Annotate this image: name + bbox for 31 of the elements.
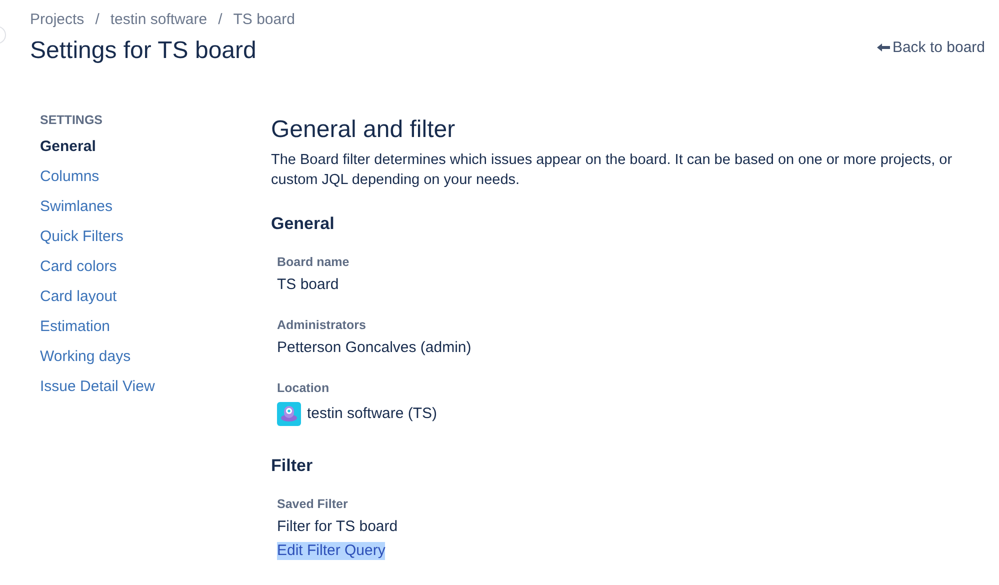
field-label: Location [277, 380, 330, 396]
section-heading: General and filter [271, 115, 456, 144]
subsection-heading: General [271, 214, 336, 234]
field-label: Administrators [277, 317, 367, 333]
sidebar-item[interactable]: Issue Detail View [40, 378, 271, 396]
sidebar-item[interactable]: Estimation [40, 318, 271, 336]
breadcrumb-link[interactable]: Projects [30, 11, 84, 29]
sidebar-item[interactable]: Quick Filters [40, 228, 271, 246]
field-label: Saved Filter [277, 496, 349, 512]
back-arrow-icon [877, 42, 890, 52]
field-value: Filter for TS board [277, 518, 399, 536]
breadcrumb-separator: / [218, 11, 222, 29]
description-text: The Board filter determines which issues appear on the board. It can be based on one or more projects, or custom JQL depending on your needs. [271, 151, 954, 190]
field-value: TS board [277, 276, 340, 294]
project-avatar-icon [277, 402, 301, 426]
sidebar-item[interactable]: Card layout [40, 288, 271, 306]
sidebar-item[interactable]: Working days [40, 348, 271, 366]
breadcrumb-link[interactable]: TS board [233, 11, 295, 29]
field-value: Petterson Goncalves (admin) [277, 339, 472, 357]
page-title: Settings for TS board [30, 37, 258, 65]
sidebar-item[interactable]: Swimlanes [40, 198, 271, 216]
breadcrumb-separator: / [95, 11, 100, 29]
field-label: Board name [277, 254, 350, 270]
breadcrumb-link[interactable]: testin software [110, 11, 208, 29]
sidebar-heading: SETTINGS [40, 112, 104, 128]
field-value: testin software (TS) [307, 405, 438, 423]
back-link[interactable]: Back to board [877, 39, 985, 56]
subsection-heading: Filter [271, 456, 314, 476]
sidebar-item[interactable]: General [40, 138, 271, 156]
sidebar-item[interactable]: Columns [40, 168, 271, 186]
sidebar-item[interactable]: Card colors [40, 258, 271, 276]
